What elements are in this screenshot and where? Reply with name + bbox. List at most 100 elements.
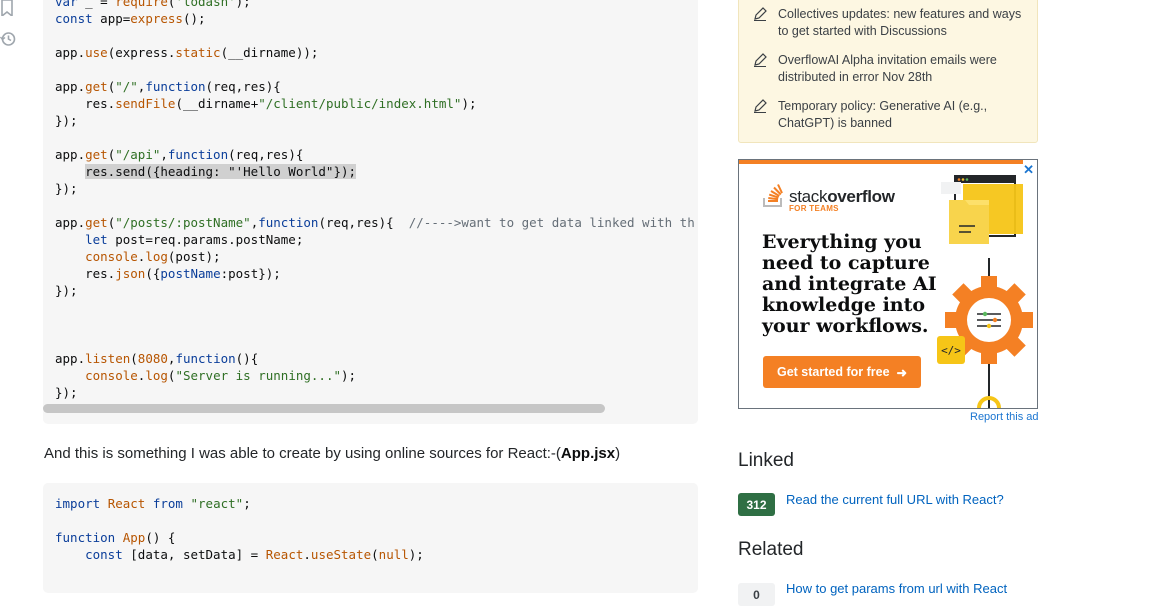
code-token: null	[378, 547, 409, 562]
history-icon[interactable]	[0, 31, 16, 49]
linked-heading: Linked	[738, 450, 794, 471]
code-token: (express.	[107, 45, 176, 60]
code-server: var _ = require('lodash'); const app=expr…	[43, 0, 698, 401]
code-block-server: var _ = require('lodash'); const app=expr…	[43, 0, 698, 424]
code-token: "/"	[115, 79, 138, 94]
ad-cta-label: Get started for free	[776, 365, 890, 379]
code-line: const [data, setData] = React.useState(n…	[55, 546, 686, 563]
code-token: log	[145, 368, 168, 383]
code-token: let	[85, 232, 108, 247]
bulletin-item[interactable]: OverflowAI Alpha invitation emails were …	[753, 52, 1023, 86]
sidebar-ad[interactable]: ✕ stackoverflow FOR TEAMS Everything you…	[738, 159, 1038, 409]
code-token: useState	[310, 547, 372, 562]
code-token: (	[130, 351, 138, 366]
answer-paragraph: And this is something I was able to crea…	[44, 445, 620, 462]
code-line: res.sendFile(__dirname+"/client/public/i…	[55, 95, 686, 112]
code-line: app.get("/",function(req,res){	[55, 78, 686, 95]
linked-question-link[interactable]: Read the current full URL with React?	[786, 492, 1004, 507]
score-badge[interactable]: 312	[738, 493, 775, 516]
bookmark-icon[interactable]	[0, 0, 16, 18]
related-question-link[interactable]: How to get params from url with React	[786, 581, 1007, 596]
code-token: sendFile	[115, 96, 176, 111]
code-token: res.	[55, 96, 116, 111]
code-token: app=	[92, 11, 131, 26]
code-token: _ =	[77, 0, 116, 9]
code-token: function	[258, 215, 319, 230]
code-line: });	[55, 180, 686, 197]
ad-illustration: </>	[937, 175, 1033, 408]
code-token: var	[55, 0, 78, 9]
code-token: json	[115, 266, 146, 281]
code-line: app.get("/api",function(req,res){	[55, 146, 686, 163]
bulletin-text[interactable]: OverflowAI Alpha invitation emails were …	[778, 52, 1023, 86]
bulletin-item[interactable]: Temporary policy: Generative AI (e.g., C…	[753, 98, 1023, 132]
code-token: listen	[85, 351, 131, 366]
code-line: res.send({heading: "'Hello World"});	[55, 163, 686, 180]
report-ad-link[interactable]: Report this ad	[970, 411, 1038, 423]
code-token: const	[85, 547, 123, 562]
code-token: (req,res){	[205, 79, 281, 94]
code-token: (__dirname+	[175, 96, 259, 111]
bulletin-text[interactable]: Temporary policy: Generative AI (e.g., C…	[778, 98, 1023, 132]
code-token: .	[303, 547, 311, 562]
code-token: (__dirname));	[220, 45, 319, 60]
bulletin-text[interactable]: Collectives updates: new features and wa…	[778, 6, 1023, 40]
code-token: get	[85, 147, 108, 162]
pencil-icon	[753, 99, 767, 113]
code-token: function	[175, 351, 236, 366]
code-token: get	[85, 215, 108, 230]
code-token: console	[85, 368, 138, 383]
code-token: React	[107, 496, 146, 511]
code-token: post=req.params.postName;	[107, 232, 304, 247]
bulletin-item[interactable]: Collectives updates: new features and wa…	[753, 6, 1023, 40]
horizontal-scrollbar[interactable]	[43, 404, 605, 413]
paragraph-suffix: )	[615, 445, 621, 462]
code-token: app.	[55, 215, 86, 230]
code-token: res.	[55, 266, 116, 281]
code-token: function	[145, 79, 206, 94]
code-token: "/api"	[115, 147, 161, 162]
paragraph-filename: App.jsx	[560, 445, 616, 462]
code-token: app.	[55, 147, 86, 162]
code-line: app.get("/posts/:postName",function(req,…	[55, 214, 695, 231]
code-token: App	[122, 530, 146, 545]
code-token: console	[85, 249, 138, 264]
ad-accent-bar	[739, 160, 1023, 164]
code-token: );	[461, 96, 477, 111]
code-token: "/client/public/index.html"	[258, 96, 462, 111]
arrow-right-icon: ➜	[896, 365, 907, 380]
code-line: const app=express();	[55, 10, 686, 27]
code-token: );	[341, 368, 357, 383]
code-token: const	[55, 11, 93, 26]
code-token: );	[408, 547, 424, 562]
code-token: require	[115, 0, 168, 9]
code-token: app.	[55, 351, 86, 366]
code-token: get	[85, 79, 108, 94]
code-line: });	[55, 282, 686, 299]
pencil-icon	[753, 53, 767, 67]
code-token: });	[55, 385, 78, 400]
code-token: :post});	[220, 266, 281, 281]
code-token: from	[152, 496, 183, 511]
pencil-icon	[753, 7, 767, 21]
code-token: res.send({heading: "'Hello World"});	[85, 164, 357, 179]
code-token: static	[175, 45, 221, 60]
ad-headline: Everything you need to capture and integ…	[762, 231, 937, 337]
code-token: () {	[145, 530, 176, 545]
code-token: "/posts/:postName"	[115, 215, 251, 230]
code-token: ({	[145, 266, 161, 281]
code-line: app.listen(8080,function(){	[55, 350, 686, 367]
code-token: app.	[55, 79, 86, 94]
code-token: function	[167, 147, 229, 162]
code-token: //---->want to get data linked with th	[408, 215, 695, 230]
code-token: log	[145, 249, 168, 264]
ad-cta-button[interactable]: Get started for free ➜	[763, 356, 921, 388]
